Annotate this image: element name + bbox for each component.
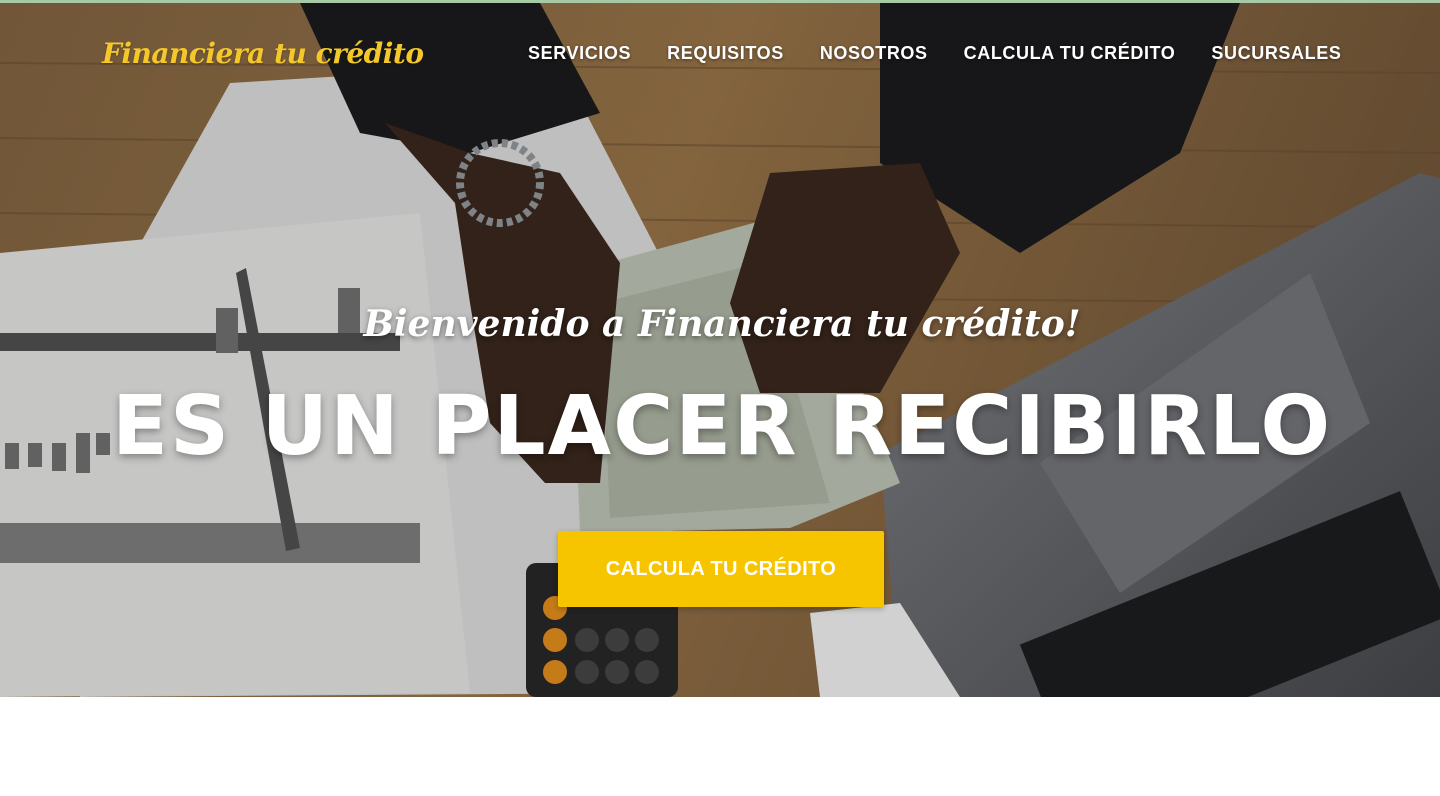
nav-link-nosotros[interactable]: NOSOTROS bbox=[820, 43, 928, 64]
brand-logo[interactable]: Financiera tu crédito bbox=[102, 37, 424, 70]
nav-link-requisitos[interactable]: REQUISITOS bbox=[667, 43, 784, 64]
hero-section: Financiera tu crédito SERVICIOS REQUISIT… bbox=[0, 3, 1440, 697]
calcula-credito-button[interactable]: CALCULA TU CRÉDITO bbox=[558, 531, 884, 607]
nav-link-calcula-tu-credito[interactable]: CALCULA TU CRÉDITO bbox=[964, 43, 1176, 64]
nav-link-servicios[interactable]: SERVICIOS bbox=[528, 43, 631, 64]
hero-headline: ES UN PLACER RECIBIRLO bbox=[111, 379, 1333, 474]
site-header: Financiera tu crédito SERVICIOS REQUISIT… bbox=[0, 3, 1440, 107]
nav-link-sucursales[interactable]: SUCURSALES bbox=[1211, 43, 1341, 64]
main-nav: SERVICIOS REQUISITOS NOSOTROS CALCULA TU… bbox=[528, 43, 1341, 64]
hero-welcome-text: Bienvenido a Financiera tu crédito! bbox=[363, 303, 1081, 345]
